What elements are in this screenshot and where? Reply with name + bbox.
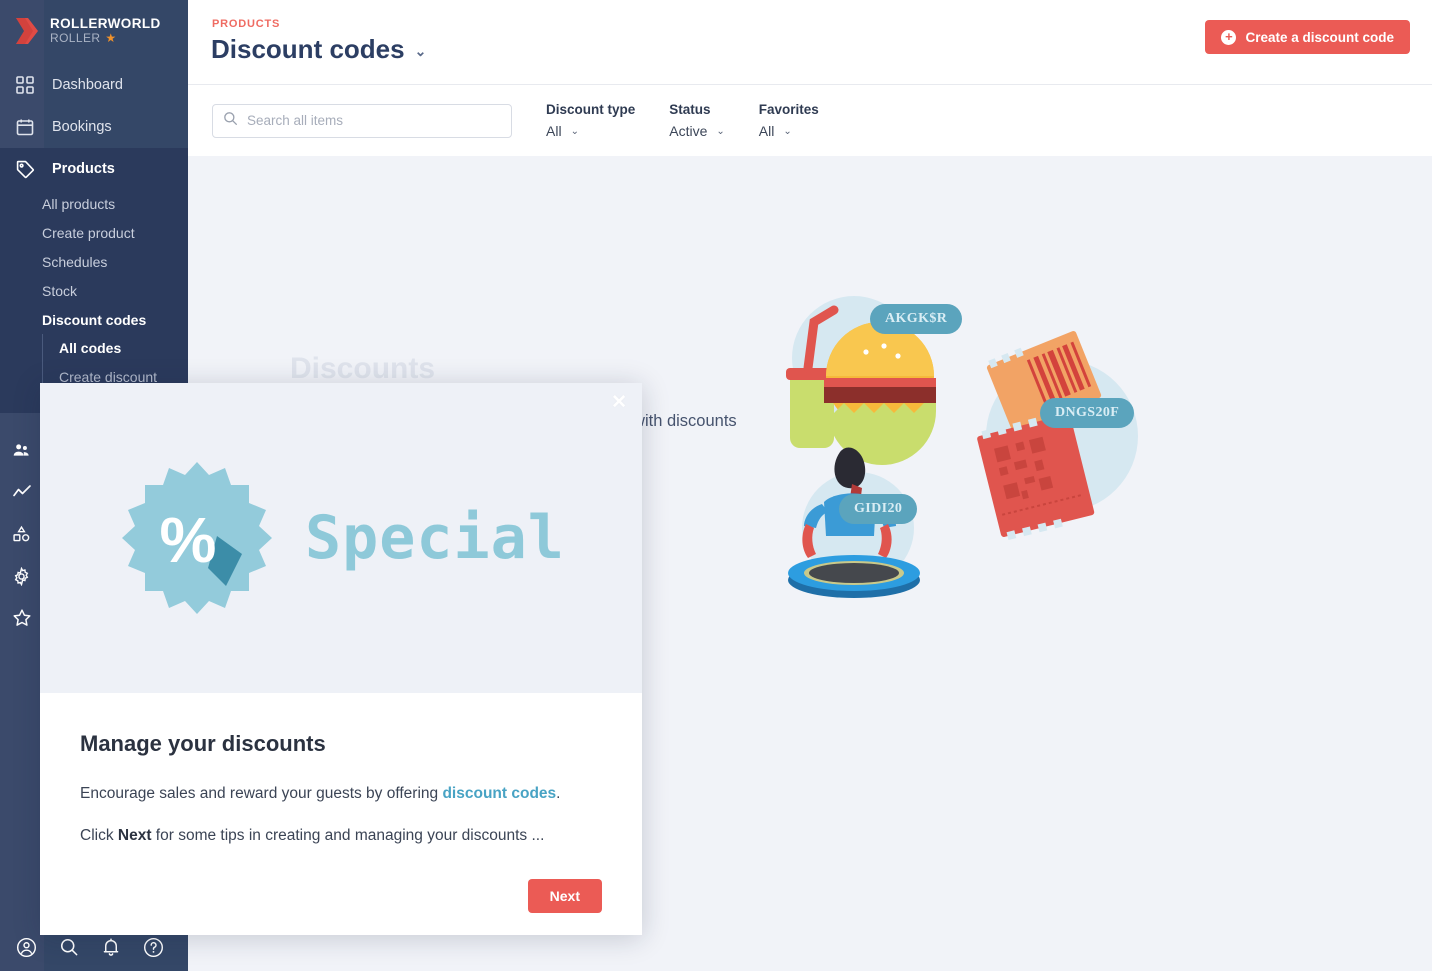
sidebar-item-label: Bookings — [52, 119, 112, 135]
create-discount-code-button[interactable]: + Create a discount code — [1205, 20, 1410, 54]
filter-discount-type: Discount type All ⌄ — [546, 102, 635, 139]
modal-para2-before: Click — [80, 826, 118, 844]
modal-hero-word: Special — [305, 503, 565, 573]
filter-status-dropdown[interactable]: Active ⌄ — [669, 123, 725, 139]
breadcrumb: PRODUCTS — [212, 18, 281, 30]
search-field-wrapper[interactable] — [212, 103, 512, 138]
search-icon — [223, 111, 238, 131]
modal-paragraph-1: Encourage sales and reward your guests b… — [80, 782, 602, 807]
people-icon — [12, 441, 31, 460]
modal-para2-after: for some tips in creating and managing y… — [151, 826, 545, 844]
svg-text:%: % — [160, 504, 217, 576]
filter-label: Status — [669, 102, 711, 117]
primary-nav: Dashboard Bookings Products All products… — [0, 60, 188, 414]
sidebar-item-all-products[interactable]: All products — [0, 190, 188, 219]
sidebar-item-create-product[interactable]: Create product — [0, 219, 188, 248]
onboarding-modal: ✕ % Special Manage your discounts Encour… — [40, 383, 642, 935]
rollerworld-logo-icon — [14, 16, 40, 46]
help-icon[interactable] — [143, 937, 164, 958]
sidebar-item-products[interactable]: Products — [0, 148, 188, 190]
discount-codes-link[interactable]: discount codes — [442, 785, 556, 802]
brand-sub-label: ROLLER — [50, 30, 101, 45]
sidebar-item-schedules[interactable]: Schedules — [0, 248, 188, 277]
illustration-svg — [786, 296, 1138, 598]
modal-para1-before: Encourage sales and reward your guests b… — [80, 785, 443, 802]
sidebar-item-label: Products — [52, 161, 115, 177]
modal-paragraph-2: Click Next for some tips in creating and… — [80, 824, 602, 849]
app-root: ROLLERWORLD ROLLER ★ Dashboard Bookings … — [0, 0, 1432, 971]
discount-code-badge: DNGS20F — [1040, 398, 1135, 428]
close-icon[interactable]: ✕ — [611, 393, 627, 412]
brand-name: ROLLERWORLD — [50, 16, 161, 32]
star-outline-icon — [12, 608, 32, 628]
sidebar-item-all-codes[interactable]: All codes — [59, 334, 188, 362]
chevron-down-icon[interactable]: ⌄ — [415, 43, 427, 60]
discounts-illustration: AKGK$R DNGS20F GIDI20 — [762, 276, 1182, 616]
modal-body: Manage your discounts Encourage sales an… — [40, 693, 642, 935]
chevron-down-icon: ⌄ — [783, 125, 792, 137]
modal-hero-image: ✕ % Special — [40, 383, 642, 693]
account-icon[interactable] — [16, 937, 37, 958]
next-button[interactable]: Next — [527, 879, 602, 913]
filter-status: Status Active ⌄ — [669, 102, 725, 139]
sidebar-item-dashboard[interactable]: Dashboard — [0, 64, 188, 106]
percent-badge-icon: % — [120, 458, 275, 618]
brand-subtitle: ROLLER ★ — [50, 30, 161, 46]
filter-value-text: All — [758, 123, 775, 139]
search-icon[interactable] — [59, 937, 79, 957]
create-button-label: Create a discount code — [1245, 29, 1394, 45]
sidebar-item-bookings[interactable]: Bookings — [0, 106, 188, 148]
sidebar-section-products: Products All products Create product Sch… — [0, 148, 188, 414]
filter-bar: Discount type All ⌄ Status Active ⌄ Favo… — [188, 84, 1432, 156]
sidebar-item-label: Dashboard — [52, 77, 123, 93]
shapes-icon — [12, 525, 31, 544]
modal-para2-bold: Next — [117, 826, 152, 844]
bell-icon[interactable] — [101, 937, 121, 957]
brand-logo-block[interactable]: ROLLERWORLD ROLLER ★ — [0, 0, 188, 60]
filter-value-text: Active — [669, 123, 708, 139]
empty-state-heading: Discounts — [290, 352, 436, 385]
filter-favorites: Favorites All ⌄ — [759, 102, 819, 139]
filter-value-text: All — [546, 123, 562, 139]
tag-icon — [14, 158, 36, 180]
page-title: Discount codes ⌄ — [211, 34, 426, 65]
gear-icon — [12, 566, 31, 586]
page-header: PRODUCTS Discount codes ⌄ + Create a dis… — [188, 0, 1432, 156]
sidebar-item-discount-codes[interactable]: Discount codes — [0, 306, 188, 335]
sidebar-item-stock[interactable]: Stock — [0, 277, 188, 306]
filter-discount-type-dropdown[interactable]: All ⌄ — [546, 123, 635, 139]
star-icon: ★ — [105, 30, 117, 45]
plus-icon: + — [1221, 29, 1237, 45]
discount-code-badge: AKGK$R — [870, 304, 963, 334]
modal-heading: Manage your discounts — [80, 731, 326, 756]
chevron-down-icon: ⌄ — [716, 125, 725, 137]
filter-label: Discount type — [546, 102, 636, 117]
filter-label: Favorites — [758, 102, 819, 117]
calendar-icon — [14, 116, 36, 138]
chevron-down-icon: ⌄ — [570, 125, 579, 137]
trend-chart-icon — [12, 482, 32, 502]
search-input[interactable] — [247, 113, 501, 128]
grid-icon — [14, 74, 36, 96]
modal-para1-after: . — [556, 785, 561, 802]
filter-favorites-dropdown[interactable]: All ⌄ — [759, 123, 819, 139]
page-title-text: Discount codes — [211, 34, 405, 64]
discount-code-badge: GIDI20 — [839, 494, 918, 524]
